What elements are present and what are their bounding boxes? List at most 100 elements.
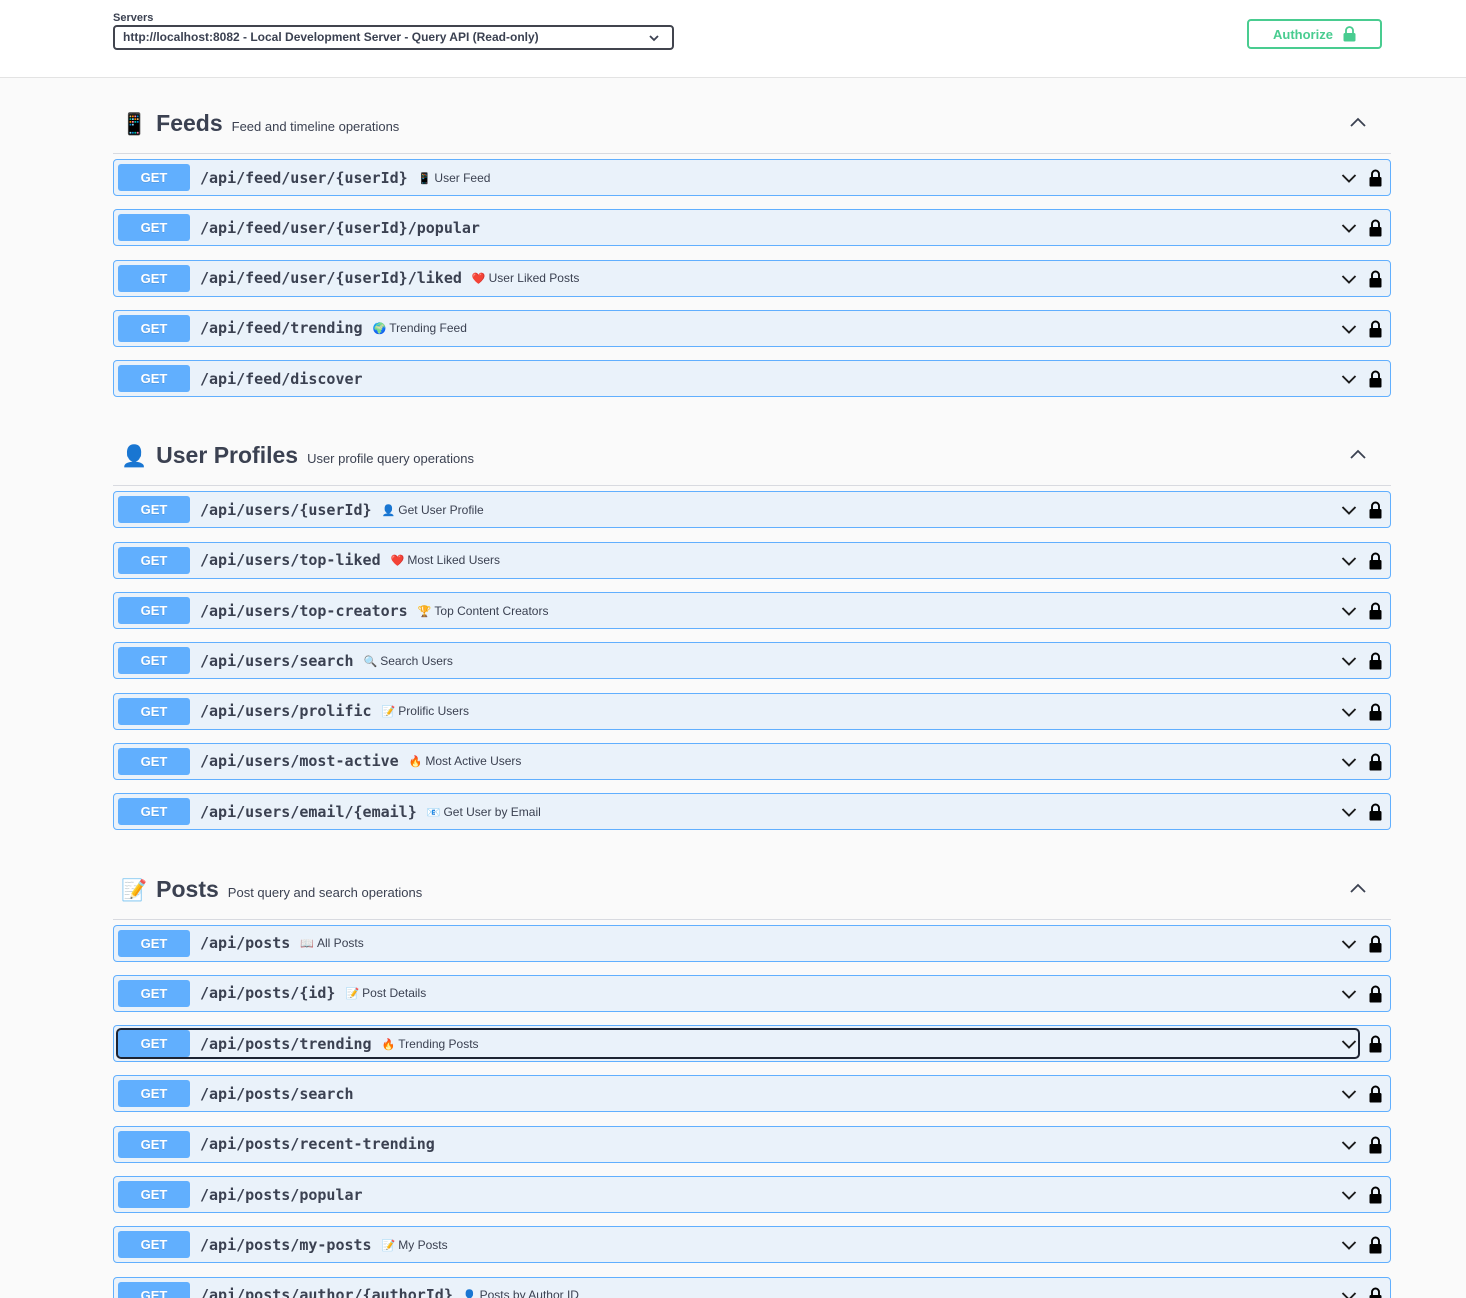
chevron-down-icon[interactable] [1341, 1089, 1357, 1100]
lock-icon[interactable] [1369, 803, 1382, 821]
operation-row[interactable]: GET /api/feed/user/{userId}/popular [113, 209, 1391, 247]
operation-summary-button[interactable]: GET /api/posts/recent-trending [118, 1130, 1358, 1158]
chevron-down-icon[interactable] [1341, 807, 1357, 818]
operation-row[interactable]: GET /api/users/search 🔍 Search Users [113, 642, 1391, 680]
method-badge: GET [118, 1181, 190, 1209]
operation-summary-button[interactable]: GET /api/users/most-active 🔥 Most Active … [118, 747, 1358, 775]
operation-row[interactable]: GET /api/posts/author/{authorId} 👤 Posts … [113, 1276, 1391, 1298]
lock-icon[interactable] [1369, 1035, 1382, 1053]
operation-row[interactable]: GET /api/users/{userId} 👤 Get User Profil… [113, 491, 1391, 529]
lock-icon[interactable] [1369, 219, 1382, 237]
operation-summary-button[interactable]: GET /api/users/top-creators 🏆 Top Content… [118, 597, 1358, 625]
lock-icon[interactable] [1369, 1136, 1382, 1154]
chevron-down-icon[interactable] [1341, 656, 1357, 667]
operation-row[interactable]: GET /api/posts/search [113, 1075, 1391, 1113]
section-header[interactable]: 📝 Posts Post query and search operations [113, 844, 1391, 920]
operation-summary-button[interactable]: GET /api/posts 📖 All Posts [118, 929, 1358, 957]
chevron-down-icon[interactable] [1341, 939, 1357, 950]
lock-icon[interactable] [1369, 703, 1382, 721]
operation-row[interactable]: GET /api/users/top-liked ❤️ Most Liked Us… [113, 541, 1391, 579]
chevron-down-icon[interactable] [1341, 324, 1357, 335]
operation-row[interactable]: GET /api/feed/discover [113, 360, 1391, 398]
operation-row[interactable]: GET /api/posts/{id} 📝 Post Details [113, 974, 1391, 1012]
lock-icon[interactable] [1369, 935, 1382, 953]
chevron-down-icon[interactable] [1341, 757, 1357, 768]
operation-summary-button[interactable]: GET /api/users/email/{email} 📧 Get User b… [118, 798, 1358, 826]
operation-row[interactable]: GET /api/posts/recent-trending [113, 1125, 1391, 1163]
operation-row[interactable]: GET /api/posts 📖 All Posts [113, 924, 1391, 962]
chevron-down-icon[interactable] [1341, 1039, 1357, 1050]
operation-summary-button[interactable]: GET /api/posts/popular [118, 1181, 1358, 1209]
operation-summary-button[interactable]: GET /api/feed/user/{userId}/popular [118, 214, 1358, 242]
lock-icon[interactable] [1369, 753, 1382, 771]
operation-summary-button[interactable]: GET /api/users/search 🔍 Search Users [118, 647, 1358, 675]
operation-summary-button[interactable]: GET /api/users/{userId} 👤 Get User Profil… [118, 496, 1358, 524]
operation-summary: 📝 My Posts [382, 1238, 448, 1252]
operation-row[interactable]: GET /api/users/top-creators 🏆 Top Content… [113, 592, 1391, 630]
lock-icon[interactable] [1369, 1287, 1382, 1298]
summary-emoji-icon: 🏆 [417, 605, 432, 618]
operation-summary-button[interactable]: GET /api/users/prolific 📝 Prolific Users [118, 697, 1358, 725]
operation-summary-button[interactable]: GET /api/posts/my-posts 📝 My Posts [118, 1231, 1358, 1259]
lock-icon[interactable] [1369, 985, 1382, 1003]
authorize-button[interactable]: Authorize [1247, 19, 1382, 49]
operation-summary-button[interactable]: GET /api/feed/discover [118, 365, 1358, 393]
operation-summary: 🏆 Top Content Creators [418, 604, 549, 618]
operation-row[interactable]: GET /api/users/email/{email} 📧 Get User b… [113, 793, 1391, 831]
operation-summary-button[interactable]: GET /api/posts/{id} 📝 Post Details [118, 979, 1358, 1007]
lock-icon[interactable] [1369, 501, 1382, 519]
chevron-down-icon[interactable] [1341, 989, 1357, 1000]
chevron-down-icon[interactable] [1341, 1240, 1357, 1251]
operation-row[interactable]: GET /api/feed/user/{userId}/liked ❤️ User… [113, 259, 1391, 297]
operation-summary-button[interactable]: GET /api/feed/user/{userId} 📱 User Feed [118, 164, 1358, 191]
chevron-down-icon[interactable] [1341, 173, 1357, 184]
chevron-down-icon[interactable] [1341, 556, 1357, 567]
section-header[interactable]: 📱 Feeds Feed and timeline operations [113, 78, 1391, 154]
lock-icon[interactable] [1369, 370, 1382, 388]
operation-row[interactable]: GET /api/posts/trending 🔥 Trending Posts [113, 1025, 1391, 1063]
lock-icon[interactable] [1369, 320, 1382, 338]
lock-icon[interactable] [1369, 1085, 1382, 1103]
chevron-down-icon[interactable] [1341, 505, 1357, 516]
summary-emoji-icon: 📖 [300, 938, 315, 951]
chevron-down-icon[interactable] [1341, 707, 1357, 718]
operation-summary-button[interactable]: GET /api/feed/trending 🌍 Trending Feed [118, 314, 1358, 342]
lock-icon[interactable] [1369, 552, 1382, 570]
lock-icon[interactable] [1369, 1236, 1382, 1254]
chevron-down-icon[interactable] [1341, 274, 1357, 285]
operation-row[interactable]: GET /api/feed/user/{userId} 📱 User Feed [113, 159, 1391, 196]
section-header[interactable]: 👤 User Profiles User profile query opera… [113, 410, 1391, 487]
lock-icon[interactable] [1369, 602, 1382, 620]
chevron-down-icon[interactable] [1341, 606, 1357, 617]
chevron-down-icon[interactable] [1341, 1140, 1357, 1151]
summary-emoji-icon: 👤 [381, 504, 396, 517]
operation-summary: 📖 All Posts [300, 936, 363, 950]
chevron-down-icon[interactable] [1341, 1190, 1357, 1201]
chevron-down-icon[interactable] [1341, 374, 1357, 385]
operation-row[interactable]: GET /api/users/most-active 🔥 Most Active … [113, 742, 1391, 780]
chevron-up-icon[interactable] [1349, 882, 1367, 894]
operation-row[interactable]: GET /api/users/prolific 📝 Prolific Users [113, 692, 1391, 730]
chevron-down-icon[interactable] [1341, 1291, 1357, 1298]
operation-row[interactable]: GET /api/posts/popular [113, 1176, 1391, 1214]
operation-row[interactable]: GET /api/posts/my-posts 📝 My Posts [113, 1226, 1391, 1264]
operation-summary-button[interactable]: GET /api/feed/user/{userId}/liked ❤️ User… [118, 264, 1358, 292]
summary-text: All Posts [317, 936, 364, 951]
operation-row[interactable]: GET /api/feed/trending 🌍 Trending Feed [113, 309, 1391, 347]
operation-summary-button[interactable]: GET /api/users/top-liked ❤️ Most Liked Us… [118, 546, 1358, 574]
summary-text: Trending Feed [389, 321, 467, 336]
chevron-up-icon[interactable] [1349, 116, 1367, 128]
operation-summary-button[interactable]: GET /api/posts/author/{authorId} 👤 Posts … [118, 1281, 1358, 1298]
chevron-up-icon[interactable] [1349, 448, 1367, 460]
operation-summary-button[interactable]: GET /api/posts/trending 🔥 Trending Posts [116, 1028, 1360, 1060]
method-badge: GET [118, 496, 190, 524]
chevron-down-icon[interactable] [1341, 223, 1357, 234]
lock-icon[interactable] [1369, 652, 1382, 670]
operation-summary-button[interactable]: GET /api/posts/search [118, 1080, 1358, 1108]
lock-icon[interactable] [1369, 169, 1382, 187]
server-select[interactable]: http://localhost:8082 - Local Developmen… [113, 25, 674, 50]
lock-icon[interactable] [1369, 1186, 1382, 1204]
operation-path: /api/feed/discover [200, 369, 363, 388]
lock-icon[interactable] [1369, 270, 1382, 288]
method-badge: GET [118, 1130, 190, 1158]
